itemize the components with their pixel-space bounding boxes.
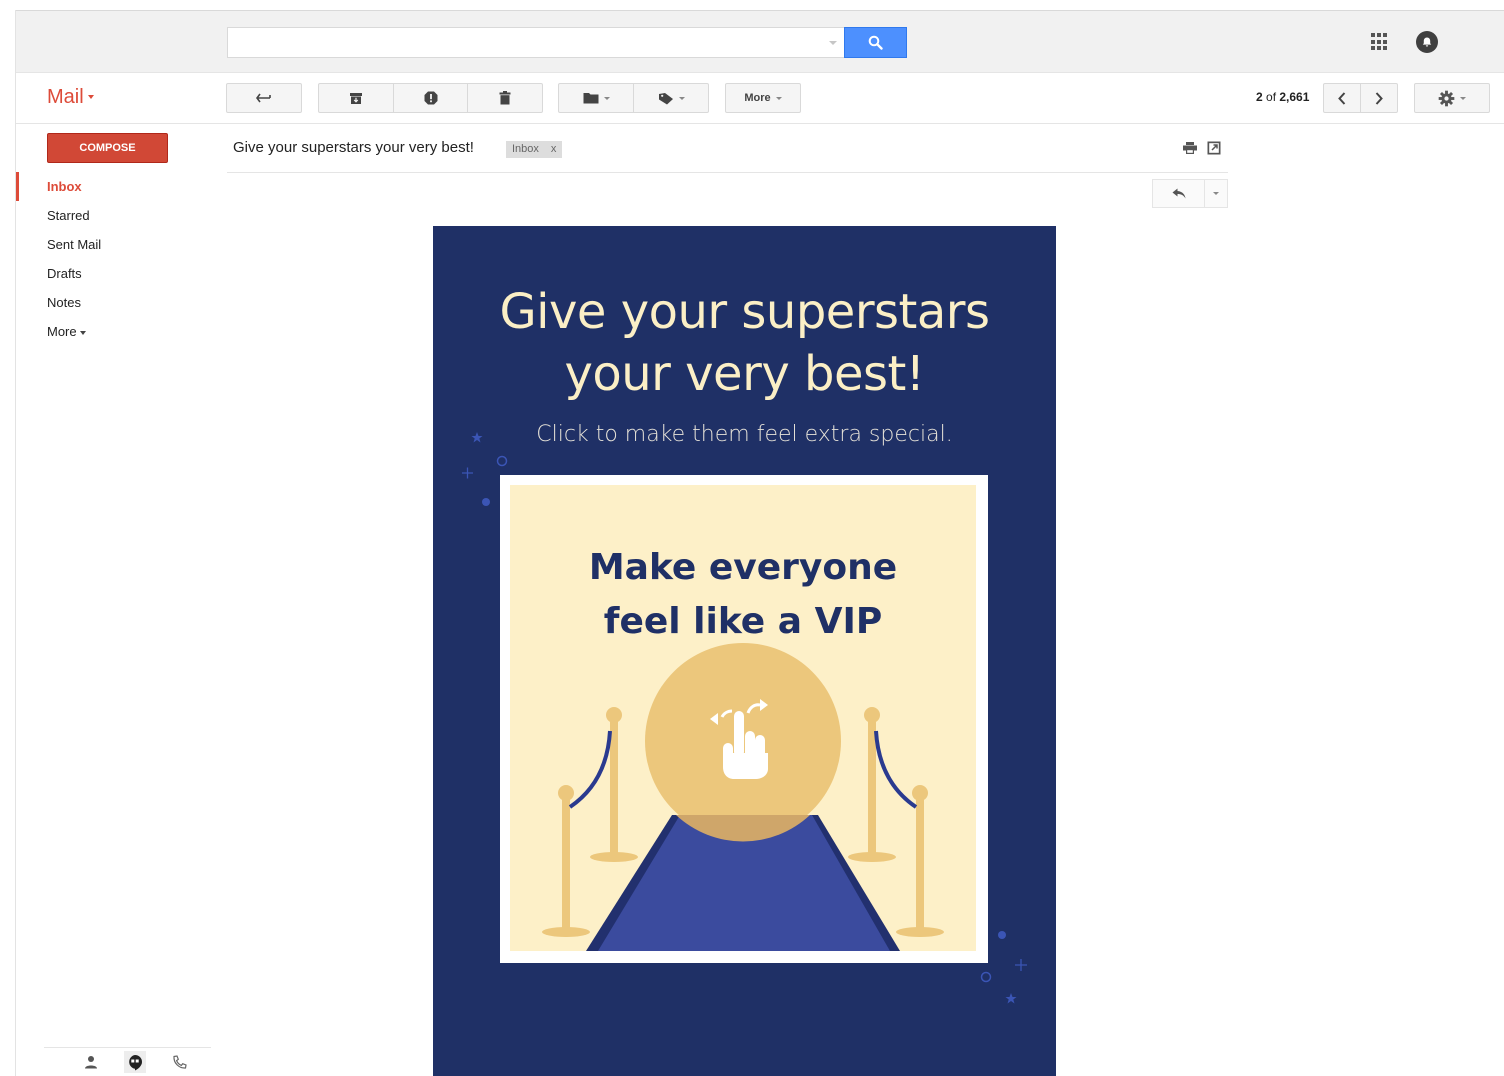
label-chip-text: Inbox	[512, 143, 539, 155]
vip-card-title-line1: Make everyone	[588, 547, 898, 588]
email-headline-line2: your very best!	[564, 346, 925, 402]
message-subject: Give your superstars your very best!	[233, 139, 474, 156]
chevron-down-icon	[1213, 192, 1219, 195]
sidebar-item-inbox[interactable]: Inbox	[16, 172, 211, 201]
vip-card-title: Make everyone feel like a VIP	[510, 541, 976, 649]
phone-icon	[172, 1054, 187, 1069]
search-button[interactable]	[844, 27, 907, 58]
app-switcher-mail[interactable]: Mail	[47, 86, 94, 109]
top-header	[16, 11, 1504, 73]
frame-left-border	[15, 10, 16, 1076]
label-chip-inbox[interactable]: Inbox x	[506, 141, 563, 158]
search-icon	[868, 35, 883, 50]
contacts-button[interactable]	[80, 1051, 102, 1073]
move-to-button[interactable]	[558, 83, 634, 113]
compose-button[interactable]: COMPOSE	[47, 133, 168, 163]
email-subhead: Click to make them feel extra special.	[536, 422, 953, 447]
archive-icon	[350, 92, 362, 104]
gear-icon	[1438, 90, 1455, 106]
sidebar-item-sent-mail[interactable]: Sent Mail	[16, 230, 211, 259]
sidebar-more-label: More	[47, 324, 77, 339]
sidebar-item-notes[interactable]: Notes	[16, 288, 211, 317]
chevron-down-icon	[1460, 96, 1466, 100]
label-tag-icon	[658, 92, 673, 104]
person-icon	[85, 1056, 97, 1069]
delete-button[interactable]	[468, 83, 543, 113]
newer-message-button[interactable]	[1323, 83, 1361, 113]
hangouts-icon	[129, 1054, 142, 1070]
more-actions-label: More	[744, 92, 771, 104]
chevron-down-icon	[678, 96, 685, 100]
chevron-down-icon	[87, 94, 94, 99]
print-icon[interactable]	[1183, 142, 1197, 154]
search-bar	[227, 27, 907, 58]
app-label: Mail	[47, 86, 84, 108]
report-spam-button[interactable]	[394, 83, 468, 113]
vip-card-title-line2: feel like a VIP	[603, 601, 883, 642]
archive-button[interactable]	[318, 83, 394, 113]
settings-button[interactable]	[1414, 83, 1490, 113]
pager-total: 2,661	[1279, 90, 1310, 104]
chevron-right-icon	[1375, 91, 1383, 105]
chevron-left-icon	[1338, 91, 1346, 105]
labels-button[interactable]	[634, 83, 709, 113]
apps-grid-icon[interactable]	[1371, 33, 1389, 51]
reply-button[interactable]	[1152, 179, 1204, 208]
pagination-counter: 2 of 2,661	[1256, 90, 1309, 104]
trash-icon	[499, 91, 511, 105]
new-window-icon[interactable]	[1207, 141, 1221, 155]
back-arrow-icon	[256, 93, 271, 103]
pager-current: 2	[1256, 90, 1263, 104]
email-headline: Give your superstars your very best!	[433, 281, 1056, 405]
vip-card-inner: Make everyone feel like a VIP	[510, 485, 976, 951]
report-spam-icon	[424, 91, 437, 105]
hangouts-bar	[44, 1047, 211, 1076]
reply-options-button[interactable]	[1204, 179, 1228, 208]
back-to-inbox-button[interactable]	[226, 83, 302, 113]
pager-of: of	[1262, 90, 1280, 104]
sidebar-nav: Inbox Starred Sent Mail Drafts Notes Mor…	[16, 172, 211, 346]
older-message-button[interactable]	[1361, 83, 1398, 113]
vip-cta-card[interactable]: Make everyone feel like a VIP	[500, 475, 988, 963]
email-headline-line1: Give your superstars	[499, 284, 990, 340]
phone-button[interactable]	[168, 1051, 190, 1073]
chevron-down-icon	[79, 330, 86, 335]
search-input[interactable]	[227, 27, 844, 58]
chevron-down-icon	[603, 96, 610, 100]
more-actions-button[interactable]: More	[725, 83, 801, 113]
search-options-caret-icon[interactable]	[829, 41, 837, 45]
toolbar-divider	[16, 123, 1504, 124]
reply-icon	[1172, 188, 1185, 199]
notifications-icon[interactable]	[1416, 31, 1438, 53]
sidebar-item-starred[interactable]: Starred	[16, 201, 211, 230]
hangouts-button[interactable]	[124, 1051, 146, 1073]
remove-label-button[interactable]: x	[551, 141, 557, 158]
folder-icon	[583, 93, 598, 104]
sidebar-item-more[interactable]: More	[16, 317, 211, 346]
chevron-down-icon	[775, 96, 782, 100]
sidebar-item-drafts[interactable]: Drafts	[16, 259, 211, 288]
email-body: Give your superstars your very best! Cli…	[433, 226, 1056, 1076]
message-header-divider	[227, 172, 1228, 173]
